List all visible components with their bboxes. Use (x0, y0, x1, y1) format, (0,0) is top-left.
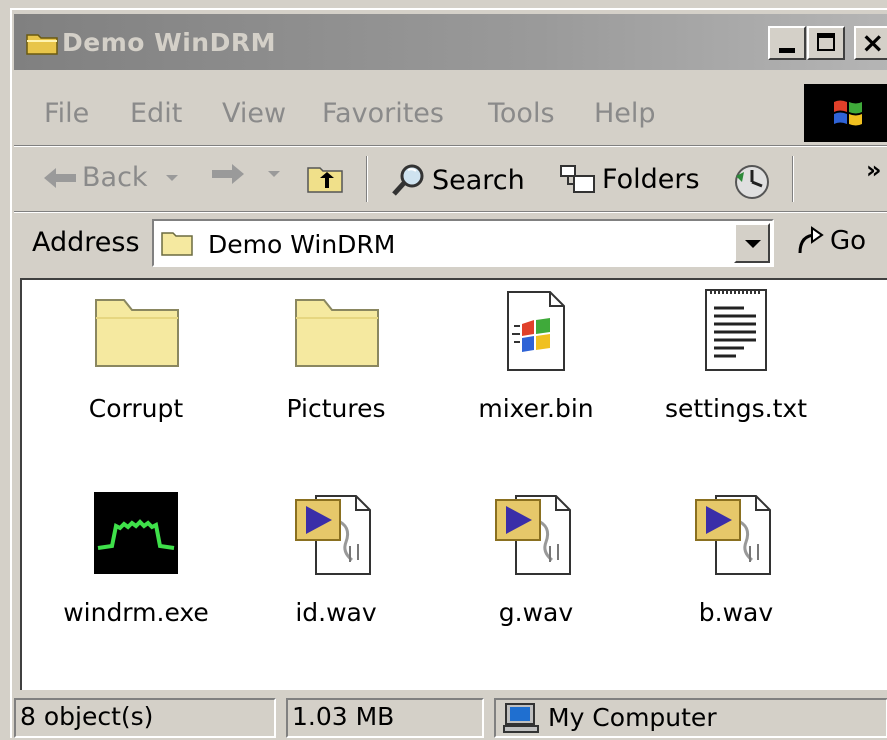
forward-arrow-icon (212, 164, 244, 184)
file-item[interactable]: settings.txt (646, 286, 826, 423)
folders-label: Folders (602, 163, 700, 195)
text-file-icon (705, 289, 767, 371)
address-dropdown-button[interactable] (734, 223, 770, 263)
my-computer-icon (503, 703, 539, 733)
folder-icon (161, 232, 193, 256)
status-size: 1.03 MB (286, 698, 484, 738)
forward-button[interactable] (210, 162, 282, 186)
address-bar: Address Demo WinDRM Go (14, 213, 887, 273)
file-item[interactable]: b.wav (646, 490, 826, 627)
folder-icon (95, 299, 179, 367)
title-bar[interactable]: Demo WinDRM × (14, 14, 887, 70)
back-button[interactable]: Back (42, 162, 180, 193)
minimize-button[interactable] (768, 26, 806, 60)
window-title: Demo WinDRM (62, 28, 276, 57)
file-item[interactable]: Pictures (246, 290, 426, 423)
back-label: Back (82, 162, 148, 193)
explorer-window: Demo WinDRM × File Edit View Favorites T… (10, 8, 887, 738)
folder-icon (295, 299, 379, 367)
toolbar-separator (792, 156, 794, 202)
windows-flag-icon (834, 100, 862, 126)
status-zone-label: My Computer (548, 703, 717, 732)
menu-help[interactable]: Help (594, 98, 656, 129)
chevron-down-icon (165, 174, 178, 181)
toolbar-overflow-chevron[interactable]: » (866, 156, 882, 184)
menu-tools[interactable]: Tools (488, 98, 555, 129)
maximize-button[interactable] (807, 26, 845, 60)
menu-file[interactable]: File (44, 98, 89, 129)
address-input[interactable]: Demo WinDRM (152, 219, 774, 267)
back-arrow-icon (44, 167, 76, 188)
address-value: Demo WinDRM (208, 230, 396, 259)
file-item[interactable]: g.wav (446, 490, 626, 627)
file-item[interactable]: windrm.exe (46, 490, 226, 627)
history-icon (735, 165, 769, 199)
standard-toolbar: Back Search Folders » (14, 148, 887, 210)
address-label: Address (32, 227, 140, 258)
folders-button[interactable]: Folders (558, 162, 700, 196)
menu-separator (14, 145, 887, 147)
file-item[interactable]: id.wav (246, 490, 426, 627)
history-button[interactable] (730, 162, 772, 202)
windows-logo (804, 84, 887, 142)
windows-file-icon (507, 291, 565, 371)
file-name: b.wav (698, 598, 774, 627)
go-arrow-icon (798, 226, 824, 254)
file-list-pane[interactable]: Corrupt Pictures mixer.bin settings.txt … (20, 278, 887, 690)
file-name: settings.txt (664, 394, 808, 423)
folder-icon (26, 34, 58, 55)
menu-favorites[interactable]: Favorites (322, 98, 444, 129)
search-icon (392, 164, 424, 196)
up-folder-button[interactable] (306, 162, 346, 194)
status-object-count: 8 object(s) (14, 698, 276, 738)
wav-file-icon (495, 495, 571, 575)
status-zone: My Computer (494, 698, 887, 738)
toolbar-separator (366, 156, 368, 202)
menu-bar: File Edit View Favorites Tools Help (14, 80, 887, 144)
folders-icon (560, 165, 595, 193)
close-icon: × (861, 26, 885, 59)
file-name: id.wav (295, 598, 377, 627)
windrm-exe-icon (94, 492, 178, 574)
file-name: Corrupt (88, 394, 184, 423)
file-item[interactable]: Corrupt (46, 290, 226, 423)
file-name: mixer.bin (478, 394, 594, 423)
file-item[interactable]: mixer.bin (446, 290, 626, 423)
menu-view[interactable]: View (222, 98, 286, 129)
search-button[interactable]: Search (390, 162, 525, 198)
file-name: windrm.exe (63, 598, 209, 627)
search-label: Search (432, 164, 525, 196)
up-folder-icon (307, 167, 343, 193)
wav-file-icon (695, 495, 771, 575)
file-name: Pictures (286, 394, 386, 423)
status-bar: 8 object(s) 1.03 MB My Computer (14, 694, 887, 740)
wav-file-icon (295, 495, 371, 575)
file-name: g.wav (498, 598, 574, 627)
chevron-down-icon (268, 171, 280, 177)
menu-edit[interactable]: Edit (130, 98, 182, 129)
go-label: Go (830, 226, 867, 256)
go-button[interactable]: Go (794, 225, 866, 257)
close-button[interactable]: × (854, 26, 887, 60)
